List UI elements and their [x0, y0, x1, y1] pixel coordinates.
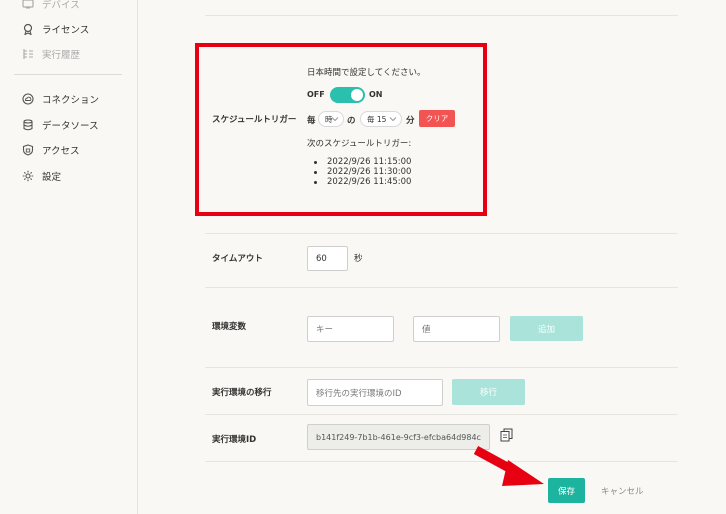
add-env-button[interactable]: 追加	[510, 316, 583, 341]
cancel-button[interactable]: キャンセル	[601, 485, 644, 497]
sidebar-item-access[interactable]: アクセス	[22, 140, 80, 160]
sidebar-item-label: データソース	[42, 121, 99, 132]
arrow-annotation-icon	[473, 446, 544, 486]
sidebar-item-label: 実行履歴	[42, 50, 81, 61]
divider	[205, 461, 678, 462]
database-icon	[22, 119, 34, 131]
cloud-icon	[22, 93, 34, 105]
sidebar-item-label: コネクション	[42, 95, 100, 106]
divider	[205, 287, 678, 288]
sidebar-item-license[interactable]: ライセンス	[22, 19, 89, 39]
env-value-input[interactable]: 値	[413, 316, 500, 342]
history-icon	[22, 48, 34, 60]
sidebar: デバイス ライセンス 実行履歴 コネクション データソース アクセス 設定	[0, 0, 138, 514]
divider	[205, 233, 678, 234]
env-id-field[interactable]: b141f249-7b1b-461e-9cf3-efcba64d984c	[307, 424, 490, 450]
timeout-unit: 秒	[354, 254, 363, 264]
divider	[205, 414, 678, 415]
sidebar-item-label: ライセンス	[42, 25, 90, 36]
timeout-label: タイムアウト	[212, 254, 263, 264]
timeout-input[interactable]: 60	[307, 246, 348, 271]
shield-icon	[22, 144, 34, 156]
sidebar-divider	[14, 74, 122, 75]
save-button[interactable]: 保存	[548, 478, 585, 503]
sidebar-item-history[interactable]: 実行履歴	[22, 44, 80, 64]
sidebar-item-settings[interactable]: 設定	[22, 166, 61, 186]
migration-input[interactable]: 移行先の実行環境のID	[307, 379, 443, 406]
highlight-annotation	[195, 43, 487, 216]
sidebar-item-label: アクセス	[42, 146, 80, 157]
env-key-input[interactable]: キー	[307, 316, 394, 342]
divider	[205, 15, 678, 16]
migrate-button[interactable]: 移行	[452, 379, 525, 405]
sidebar-item-devices[interactable]: デバイス	[22, 0, 80, 14]
gear-icon	[22, 170, 34, 182]
env-vars-label: 環境変数	[212, 322, 247, 332]
env-id-label: 実行環境ID	[212, 435, 257, 445]
device-icon	[22, 0, 34, 10]
sidebar-item-label: 設定	[42, 172, 62, 183]
sidebar-item-label: デバイス	[42, 0, 80, 11]
sidebar-item-datasource[interactable]: データソース	[22, 115, 99, 135]
sidebar-item-connection[interactable]: コネクション	[22, 89, 99, 109]
divider	[205, 367, 678, 368]
migration-label: 実行環境の移行	[212, 388, 272, 398]
license-icon	[22, 23, 34, 35]
